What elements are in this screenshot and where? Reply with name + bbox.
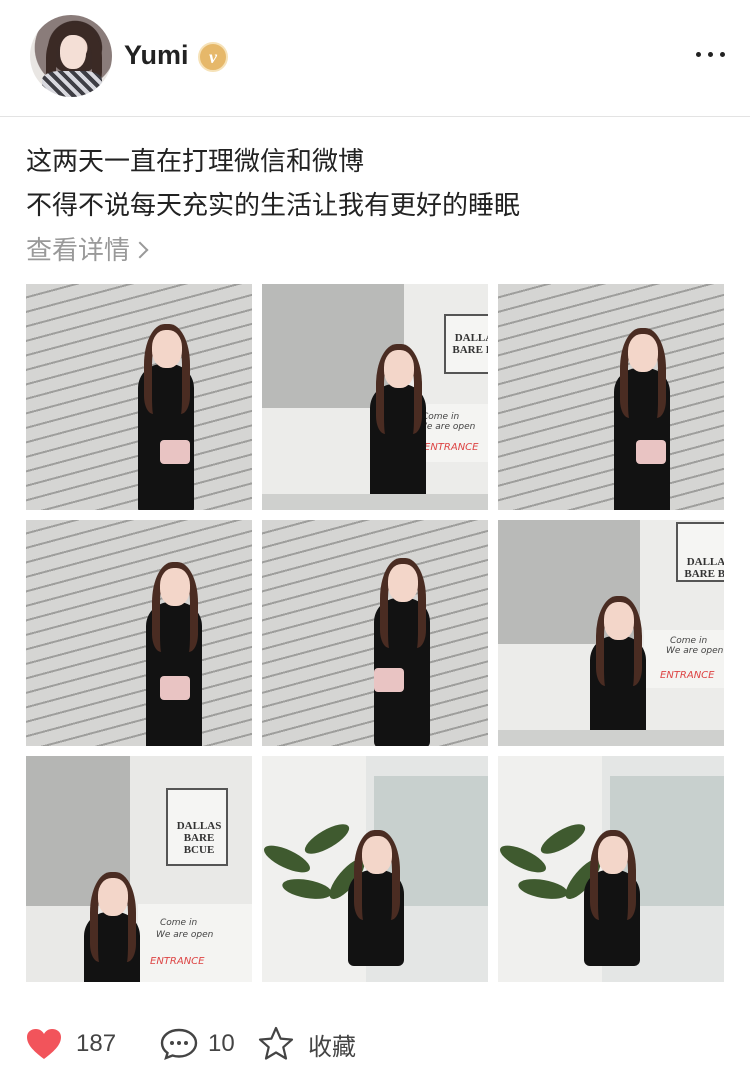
like-button[interactable]: 187 (26, 1028, 116, 1060)
photo-3[interactable] (498, 284, 724, 510)
username[interactable]: Yumi (124, 40, 189, 71)
photo-6[interactable]: DALLAS BARE BQ Come in We are open ENTRA… (498, 520, 724, 746)
photo-2[interactable]: DALLAS BARE BQ Come in We are open ENTRA… (262, 284, 488, 510)
photo-4[interactable] (26, 520, 252, 746)
comment-button[interactable]: 10 (160, 1028, 235, 1060)
comment-icon (160, 1028, 198, 1060)
post-text: 这两天一直在打理微信和微博 不得不说每天充实的生活让我有更好的睡眠 (26, 140, 726, 228)
verified-badge-icon: v (198, 42, 228, 72)
comment-count: 10 (208, 1030, 235, 1057)
banner-text: We are open (418, 422, 476, 432)
post-line: 不得不说每天充实的生活让我有更好的睡眠 (26, 191, 521, 221)
photo-8[interactable] (262, 756, 488, 982)
sign-text: DALLAS BARE BQ (452, 332, 488, 356)
photo-9[interactable] (498, 756, 724, 982)
star-icon (258, 1026, 294, 1060)
sign-text: DALLAS BARE BCUE (176, 820, 222, 856)
action-bar: 187 10 收藏 (0, 1010, 750, 1074)
photo-1[interactable] (26, 284, 252, 510)
see-more-label: 查看详情 (26, 236, 131, 266)
banner-text: We are open (666, 646, 724, 656)
banner-text: We are open (156, 930, 214, 940)
heart-icon (27, 1029, 61, 1059)
photo-7[interactable]: DALLAS BARE BCUE Come in We are open ENT… (26, 756, 252, 982)
banner-entrance: ENTRANCE (660, 670, 715, 681)
favorite-button[interactable]: 收藏 (258, 1026, 356, 1061)
avatar[interactable] (30, 15, 112, 97)
banner-entrance: ENTRANCE (150, 956, 205, 967)
photo-5[interactable] (262, 520, 488, 746)
sign-text: DALLAS BARE BQ (684, 556, 724, 580)
more-dots-icon[interactable] (694, 44, 728, 64)
see-more-link[interactable]: 查看详情 (26, 230, 149, 267)
banner-entrance: ENTRANCE (424, 442, 479, 453)
like-count: 187 (76, 1030, 117, 1057)
banner-text: Come in (160, 918, 198, 928)
post-line: 这两天一直在打理微信和微博 (26, 147, 365, 177)
chevron-right-icon (131, 241, 149, 259)
post-header: Yumi v (0, 0, 750, 116)
photo-grid: DALLAS BARE BQ Come in We are open ENTRA… (26, 284, 724, 982)
header-divider (0, 116, 750, 117)
favorite-label: 收藏 (308, 1033, 356, 1061)
